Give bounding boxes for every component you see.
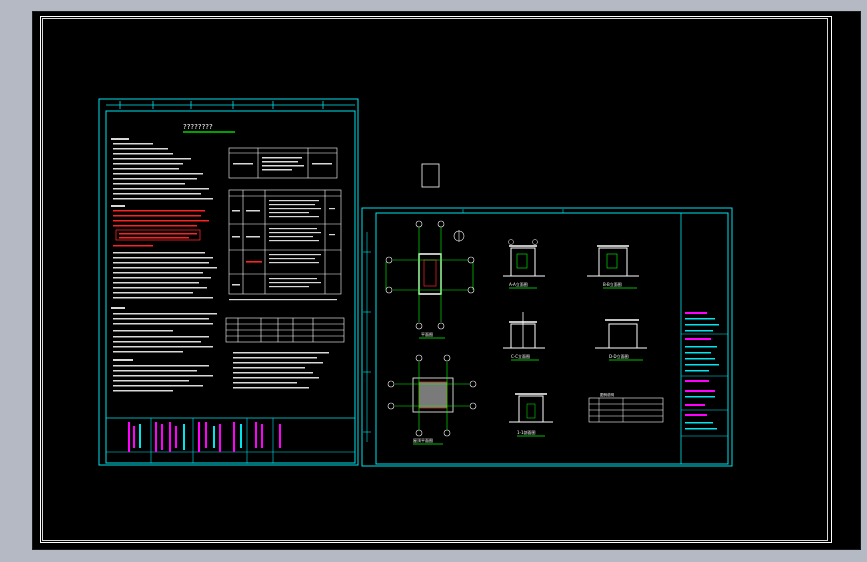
elevation-a-view: A-A立面图 <box>503 239 545 289</box>
stray-block <box>421 163 440 188</box>
sheet-2-title-block <box>681 312 728 437</box>
svg-text:B-B立面图: B-B立面图 <box>603 281 622 287</box>
sheet-1-ruler <box>106 101 355 109</box>
section-view: 1-1剖面图 <box>509 393 553 437</box>
door-window-schedule <box>225 317 345 343</box>
cad-viewport[interactable]: ???????? 平面图 屋顶平面图 A-A立面图 B-B立面图 C-C立面图 … <box>32 11 861 550</box>
svg-text:D-D立面图: D-D立面图 <box>609 353 629 359</box>
notes-highlight-block <box>113 210 209 247</box>
svg-text:图例说明: 图例说明 <box>600 392 614 397</box>
svg-text:A-A立面图: A-A立面图 <box>509 281 528 287</box>
elevation-d-view: D-D立面图 <box>595 319 647 361</box>
sheet-2: 平面图 屋顶平面图 A-A立面图 B-B立面图 C-C立面图 D-D立面图 1-… <box>361 207 733 467</box>
sheet-1: ???????? <box>98 98 359 466</box>
elevation-c-view: C-C立面图 <box>503 312 545 361</box>
notes-right-column <box>233 352 329 389</box>
notes-left-column-2 <box>111 252 217 392</box>
elevation-b-view: B-B立面图 <box>587 245 639 289</box>
legend-table: 图例说明 <box>588 392 664 423</box>
svg-text:屋顶平面图: 屋顶平面图 <box>413 437 433 443</box>
svg-text:平面图: 平面图 <box>421 331 433 337</box>
sheet-1-title-block <box>106 417 355 463</box>
sheet-2-ruler <box>363 209 564 442</box>
sheet-1-title: ???????? <box>183 123 213 131</box>
roof-plan-view: 屋顶平面图 <box>387 354 477 445</box>
notes-left-column <box>111 138 213 207</box>
svg-text:1-1剖面图: 1-1剖面图 <box>517 429 536 435</box>
drawing-canvas[interactable]: ???????? 平面图 屋顶平面图 A-A立面图 B-B立面图 C-C立面图 … <box>33 12 860 549</box>
floor-plan-view: 平面图 <box>385 220 475 339</box>
svg-text:C-C立面图: C-C立面图 <box>511 353 530 359</box>
